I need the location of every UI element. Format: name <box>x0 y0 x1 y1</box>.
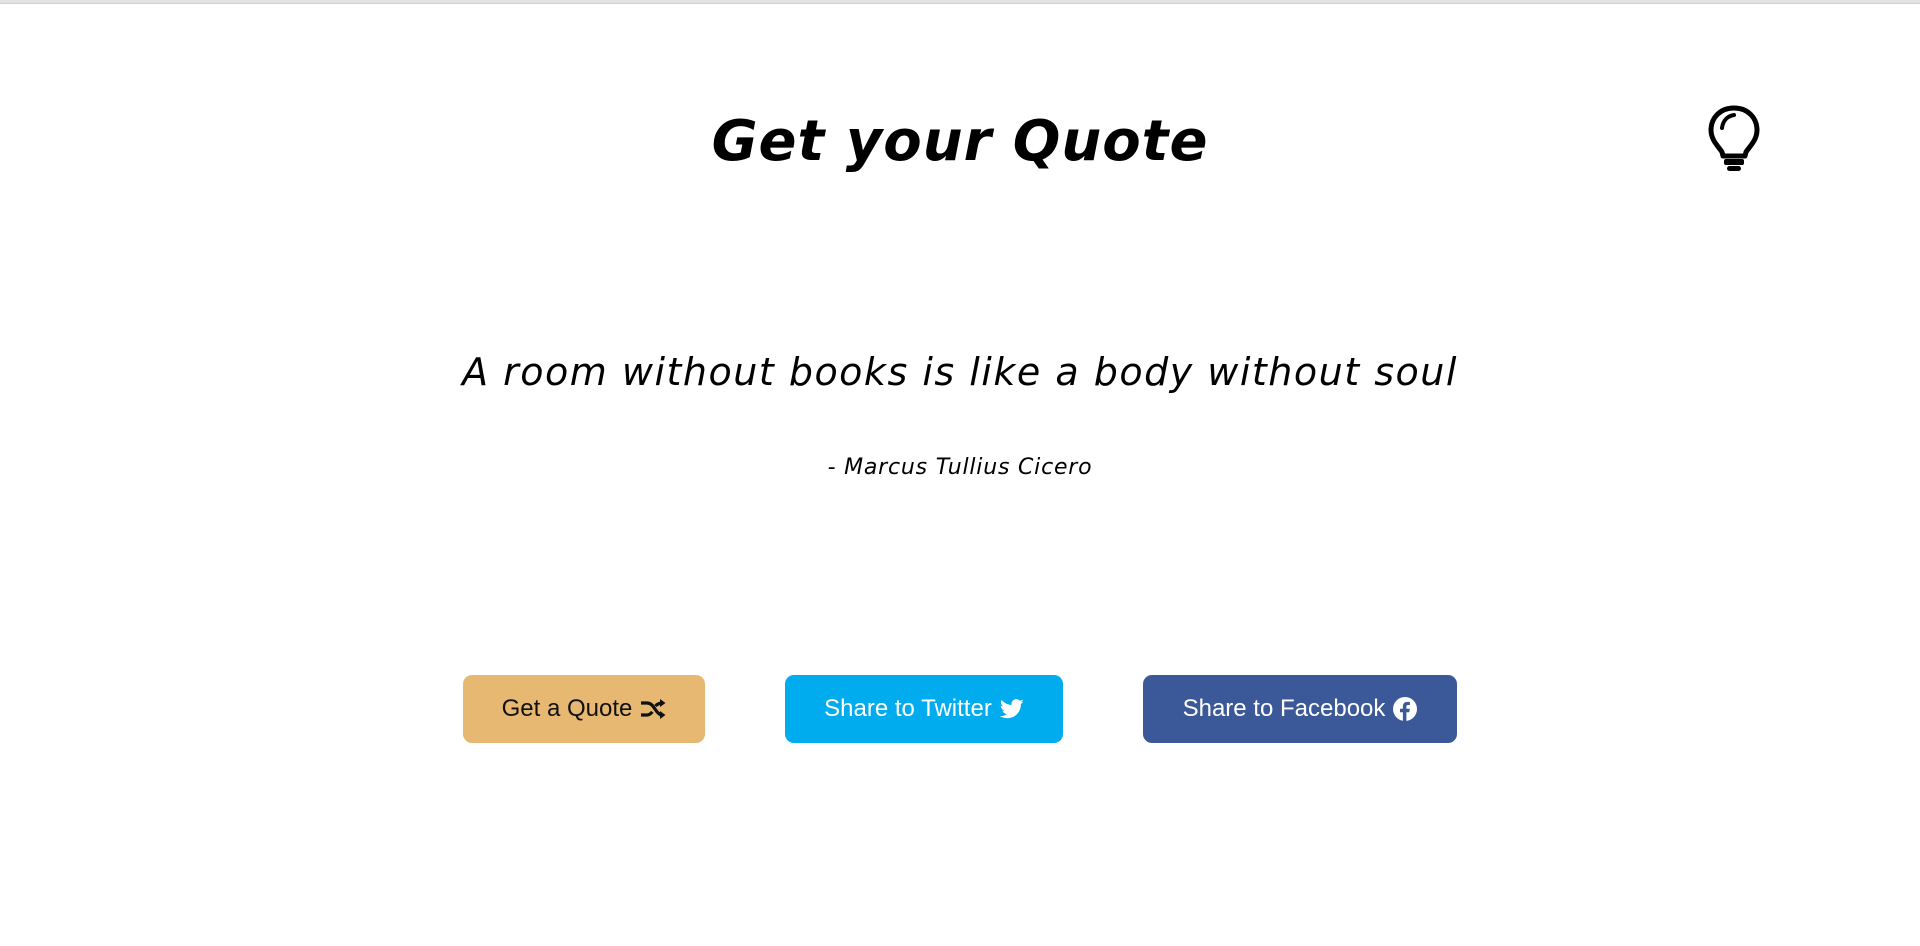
quote-author: - Marcus Tullius Cicero <box>827 455 1093 480</box>
share-facebook-button[interactable]: Share to Facebook <box>1143 675 1457 743</box>
share-twitter-button[interactable]: Share to Twitter <box>785 675 1063 743</box>
share-twitter-label: Share to Twitter <box>824 695 992 722</box>
get-quote-label: Get a Quote <box>501 695 633 722</box>
get-quote-button[interactable]: Get a Quote <box>463 675 705 743</box>
share-facebook-label: Share to Facebook <box>1182 695 1386 722</box>
shuffle-icon <box>640 698 666 720</box>
facebook-icon <box>1393 697 1418 721</box>
quote-text: A room without books is like a body with… <box>462 350 1458 394</box>
page-title: Get your Quote <box>711 109 1209 174</box>
lightbulb-icon[interactable] <box>1706 104 1762 174</box>
twitter-icon <box>999 698 1024 720</box>
top-divider <box>0 0 1920 4</box>
